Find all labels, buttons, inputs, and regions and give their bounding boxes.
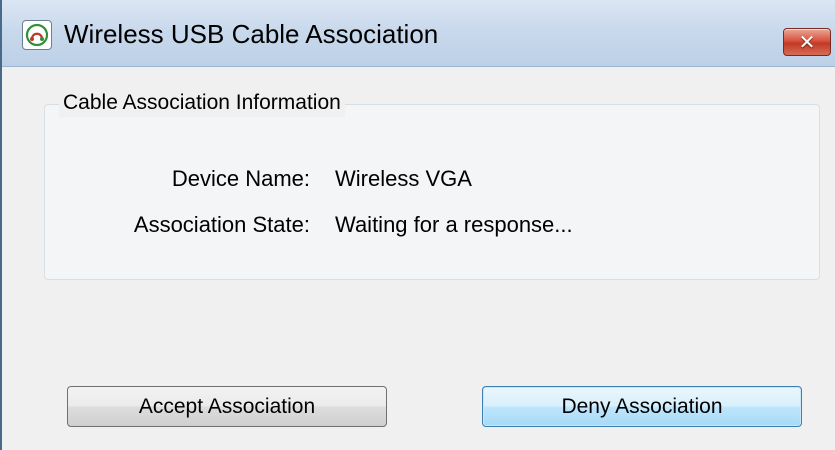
- close-button[interactable]: ✕: [783, 28, 831, 56]
- device-name-value: Wireless VGA: [335, 166, 472, 191]
- wireless-usb-icon[interactable]: [22, 20, 52, 50]
- window-title: Wireless USB Cable Association: [64, 19, 439, 49]
- association-state-value: Waiting for a response...: [335, 212, 573, 237]
- accept-association-button[interactable]: Accept Association: [67, 386, 387, 427]
- title-bar[interactable]: Wireless USB Cable Association ✕: [2, 0, 835, 67]
- groupbox-legend: Cable Association Information: [59, 89, 345, 117]
- close-icon: ✕: [798, 30, 816, 54]
- dialog-window: Wireless USB Cable Association ✕ Cable A…: [0, 0, 835, 450]
- device-name-label: Device Name:: [171, 166, 310, 191]
- association-state-label: Association State:: [133, 212, 310, 237]
- deny-association-button[interactable]: Deny Association: [482, 386, 802, 427]
- dialog-body: Cable Association Information Device Nam…: [2, 67, 835, 450]
